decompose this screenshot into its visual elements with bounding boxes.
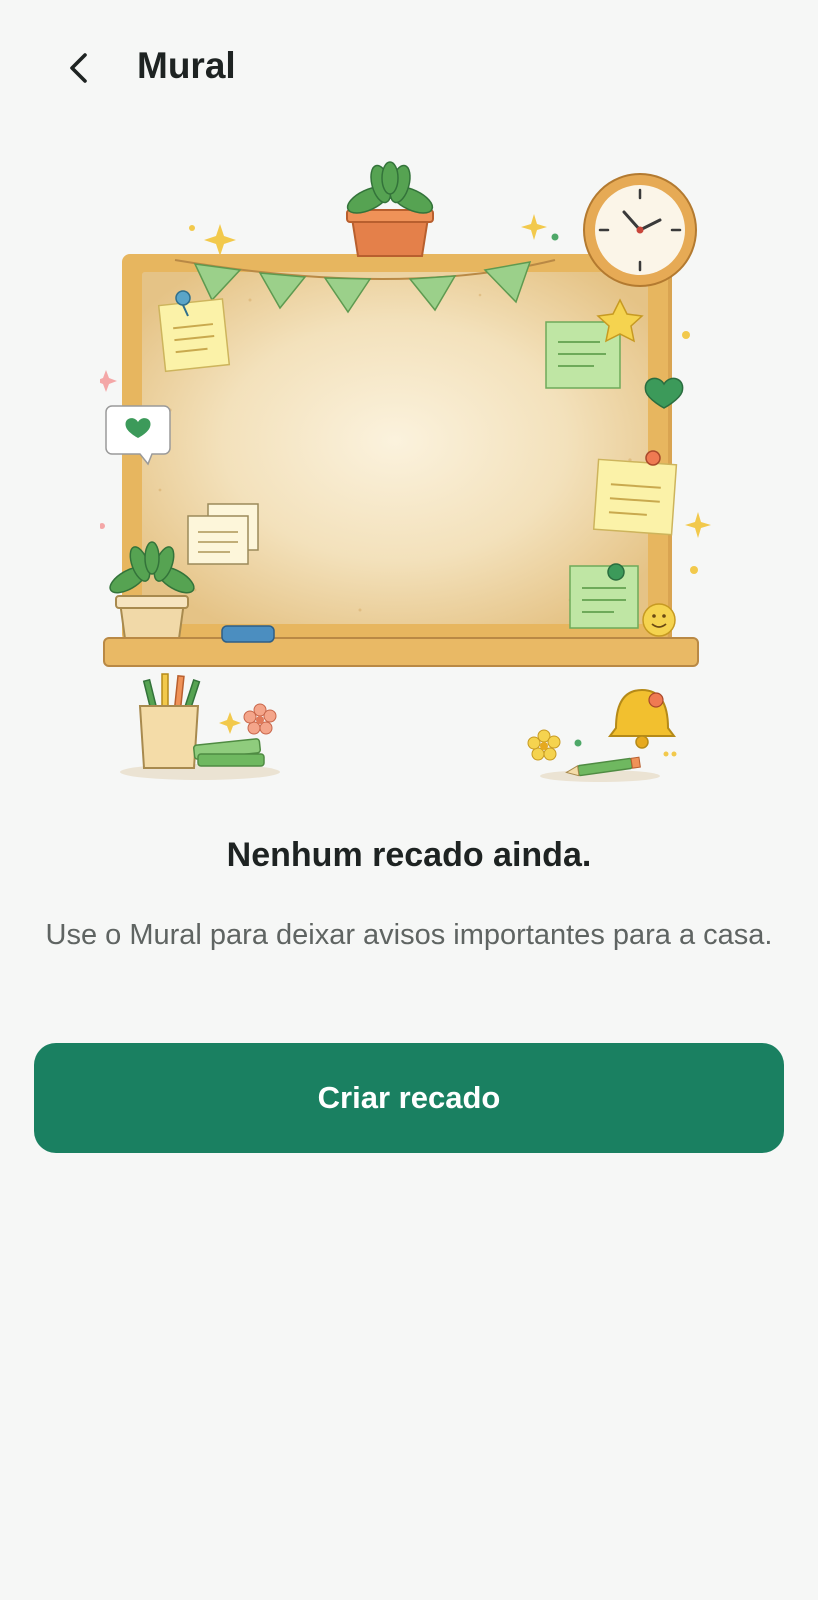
page-title: Mural	[137, 45, 236, 86]
corkboard-illustration	[100, 161, 711, 782]
top-app-bar: Mural	[0, 0, 818, 130]
create-message-label: Criar recado	[317, 1080, 501, 1115]
back-button[interactable]	[50, 38, 110, 98]
chevron-left-icon	[70, 53, 87, 83]
empty-state-description: Use o Mural para deixar avisos important…	[45, 919, 773, 951]
empty-state-title: Nenhum recado ainda.	[226, 836, 592, 874]
mural-screen: Mural Nenhum recado ainda. Use o Mural p…	[0, 0, 818, 1600]
create-message-button[interactable]: Criar recado	[34, 1043, 784, 1153]
